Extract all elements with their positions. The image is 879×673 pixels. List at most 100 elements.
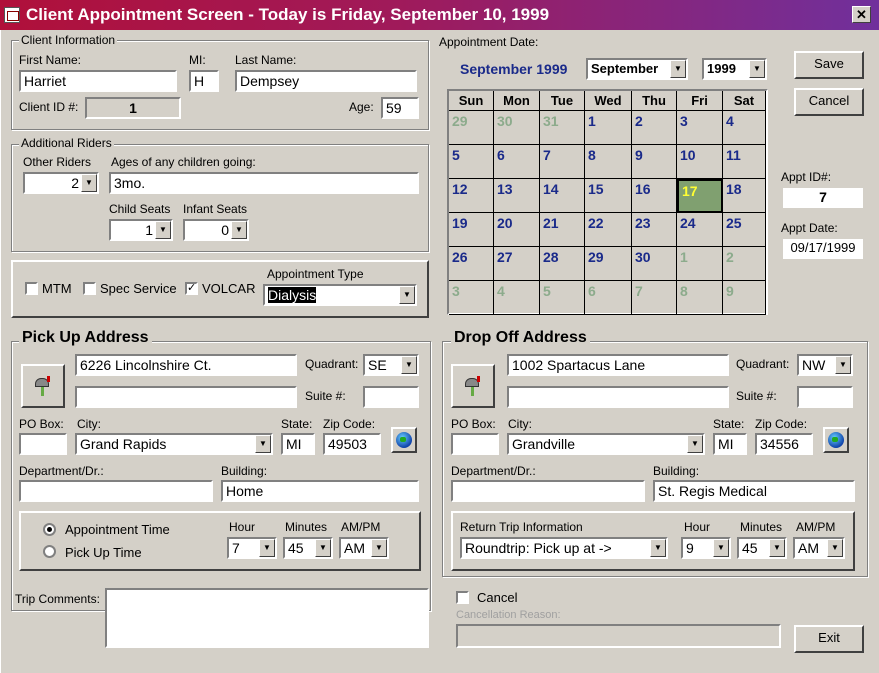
calendar-day[interactable]: 21 xyxy=(540,213,585,247)
cancel-button[interactable]: Cancel xyxy=(794,88,864,116)
dropoff-globe-button[interactable] xyxy=(823,427,849,453)
calendar-day[interactable]: 23 xyxy=(632,213,677,247)
pickup-state-field[interactable]: MI xyxy=(281,433,315,455)
calendar-day[interactable]: 8 xyxy=(585,145,632,179)
chevron-down-icon[interactable]: ▼ xyxy=(769,539,785,557)
calendar-day[interactable]: 1 xyxy=(585,111,632,145)
calendar-day[interactable]: 10 xyxy=(677,145,723,179)
return-trip-combo[interactable]: Roundtrip: Pick up at -> ▼ xyxy=(460,537,668,559)
mtm-checkbox[interactable] xyxy=(25,282,38,295)
calendar-day[interactable]: 6 xyxy=(585,281,632,315)
chevron-down-icon[interactable]: ▼ xyxy=(749,60,765,78)
calendar-day[interactable]: 24 xyxy=(677,213,723,247)
chevron-down-icon[interactable]: ▼ xyxy=(155,221,171,239)
save-button[interactable]: Save xyxy=(794,51,864,79)
dropoff-dept-field[interactable] xyxy=(451,480,645,502)
age-field[interactable]: 59 xyxy=(381,97,419,119)
pickup-city-combo[interactable]: Grand Rapids ▼ xyxy=(75,433,273,455)
chevron-down-icon[interactable]: ▼ xyxy=(255,435,271,453)
chevron-down-icon[interactable]: ▼ xyxy=(687,435,703,453)
calendar-day[interactable]: 20 xyxy=(494,213,540,247)
chevron-down-icon[interactable]: ▼ xyxy=(827,539,843,557)
calendar-day[interactable]: 13 xyxy=(494,179,540,213)
chevron-down-icon[interactable]: ▼ xyxy=(835,356,851,374)
calendar-day[interactable]: 5 xyxy=(540,281,585,315)
exit-button[interactable]: Exit xyxy=(794,625,864,653)
chevron-down-icon[interactable]: ▼ xyxy=(315,539,331,557)
chevron-down-icon[interactable]: ▼ xyxy=(259,539,275,557)
dropoff-state-field[interactable]: MI xyxy=(713,433,747,455)
calendar-day[interactable]: 2 xyxy=(723,247,766,281)
year-combo[interactable]: 1999 ▼ xyxy=(702,58,767,80)
calendar-day[interactable]: 6 xyxy=(494,145,540,179)
cancel-appt-checkbox[interactable] xyxy=(456,591,469,604)
pickup-pobox-field[interactable] xyxy=(19,433,67,455)
pickup-hour-combo[interactable]: 7 ▼ xyxy=(227,537,277,559)
pickup-globe-button[interactable] xyxy=(391,427,417,453)
appt-type-combo[interactable]: Dialysis ▼ xyxy=(263,284,417,306)
calendar-day[interactable]: 31 xyxy=(540,111,585,145)
volcar-checkbox[interactable]: ✓ xyxy=(185,282,198,295)
trip-comments-field[interactable] xyxy=(105,588,429,648)
chevron-down-icon[interactable]: ▼ xyxy=(401,356,417,374)
pickup-ampm-combo[interactable]: AM ▼ xyxy=(339,537,389,559)
calendar-day[interactable]: 8 xyxy=(677,281,723,315)
pickup-mailbox-button[interactable] xyxy=(21,364,65,408)
calendar-day[interactable]: 15 xyxy=(585,179,632,213)
calendar-day[interactable]: 30 xyxy=(494,111,540,145)
dropoff-mailbox-button[interactable] xyxy=(451,364,495,408)
chevron-down-icon[interactable]: ▼ xyxy=(231,221,247,239)
dropoff-suite-field[interactable] xyxy=(797,386,853,408)
calendar-grid[interactable]: Sun Mon Tue Wed Thu Fri Sat 29 30 31 1 2 3 4 5 6 7 8 9 10 11… xyxy=(447,89,768,315)
spec-service-checkbox[interactable] xyxy=(83,282,96,295)
calendar-day[interactable]: 12 xyxy=(449,179,494,213)
close-button[interactable]: ✕ xyxy=(852,6,871,23)
pickup-building-field[interactable]: Home xyxy=(221,480,419,502)
chevron-down-icon[interactable]: ▼ xyxy=(670,60,686,78)
dropoff-hour-combo[interactable]: 9 ▼ xyxy=(681,537,731,559)
calendar-day[interactable]: 17 xyxy=(677,179,723,213)
calendar-day[interactable]: 7 xyxy=(632,281,677,315)
chevron-down-icon[interactable]: ▼ xyxy=(650,539,666,557)
calendar-day[interactable]: 11 xyxy=(723,145,766,179)
calendar-day[interactable]: 4 xyxy=(723,111,766,145)
calendar-day[interactable]: 9 xyxy=(723,281,766,315)
pickup-address1-field[interactable]: 6226 Lincolnshire Ct. xyxy=(75,354,297,376)
last-name-field[interactable]: Dempsey xyxy=(235,70,417,92)
calendar-day[interactable]: 7 xyxy=(540,145,585,179)
calendar-day[interactable]: 5 xyxy=(449,145,494,179)
appt-time-radio[interactable] xyxy=(43,523,56,536)
month-combo[interactable]: September ▼ xyxy=(586,58,688,80)
calendar-day[interactable]: 28 xyxy=(540,247,585,281)
calendar-day[interactable]: 27 xyxy=(494,247,540,281)
dropoff-pobox-field[interactable] xyxy=(451,433,499,455)
dropoff-address2-field[interactable] xyxy=(507,386,729,408)
dropoff-ampm-combo[interactable]: AM ▼ xyxy=(793,537,845,559)
calendar-day[interactable]: 1 xyxy=(677,247,723,281)
chevron-down-icon[interactable]: ▼ xyxy=(81,174,97,192)
calendar-day[interactable]: 18 xyxy=(723,179,766,213)
calendar-day[interactable]: 30 xyxy=(632,247,677,281)
chevron-down-icon[interactable]: ▼ xyxy=(713,539,729,557)
mi-field[interactable]: H xyxy=(189,70,219,92)
pickup-suite-field[interactable] xyxy=(363,386,419,408)
pickup-zip-field[interactable]: 49503 xyxy=(323,433,381,455)
dropoff-minutes-combo[interactable]: 45 ▼ xyxy=(737,537,787,559)
dropoff-zip-field[interactable]: 34556 xyxy=(755,433,813,455)
calendar-day[interactable]: 22 xyxy=(585,213,632,247)
calendar-day[interactable]: 16 xyxy=(632,179,677,213)
calendar-day[interactable]: 25 xyxy=(723,213,766,247)
calendar-day[interactable]: 4 xyxy=(494,281,540,315)
infant-seats-combo[interactable]: 0 ▼ xyxy=(183,219,249,241)
chevron-down-icon[interactable]: ▼ xyxy=(399,286,415,304)
calendar-day[interactable]: 9 xyxy=(632,145,677,179)
calendar-day[interactable]: 14 xyxy=(540,179,585,213)
other-riders-combo[interactable]: 2 ▼ xyxy=(23,172,99,194)
dropoff-building-field[interactable]: St. Regis Medical xyxy=(653,480,855,502)
first-name-field[interactable]: Harriet xyxy=(19,70,177,92)
pickup-quadrant-combo[interactable]: SE ▼ xyxy=(363,354,419,376)
calendar-day[interactable]: 29 xyxy=(449,111,494,145)
calendar-day[interactable]: 3 xyxy=(677,111,723,145)
calendar-day[interactable]: 26 xyxy=(449,247,494,281)
dropoff-quadrant-combo[interactable]: NW ▼ xyxy=(797,354,853,376)
